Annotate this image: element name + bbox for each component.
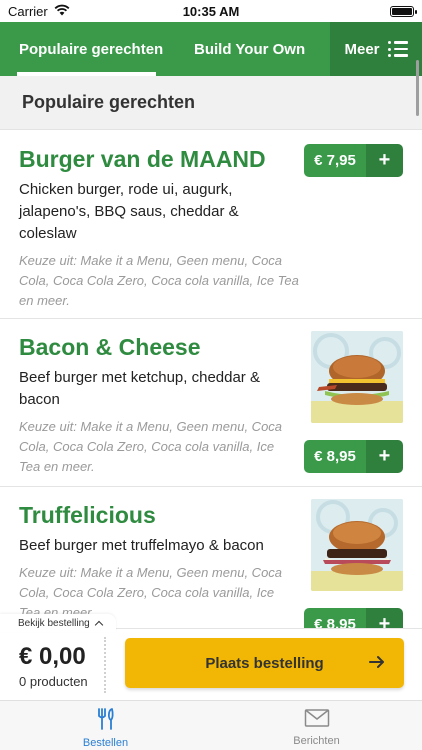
cutlery-icon [95,707,117,734]
view-order-toggle[interactable]: Bekijk bestelling [0,614,116,632]
status-right [274,5,417,17]
plus-icon: + [366,608,403,628]
product-item-burger-van-de-maand[interactable]: Burger van de MAAND Chicken burger, rode… [0,131,422,319]
product-options: Keuze uit: Make it a Menu, Geen menu, Co… [19,419,283,474]
plus-icon: + [366,144,403,177]
menu-list-icon [387,41,408,57]
chevron-up-icon [94,620,103,629]
add-to-order-button[interactable]: € 8,95 + [304,440,403,473]
top-navigation: Populaire gerechten Build Your Own Meer [0,22,422,76]
product-description: Beef burger met truffelmayo & bacon [19,537,264,554]
tab-build-your-own[interactable]: Build Your Own [174,22,330,76]
product-image-burger[interactable] [311,499,403,591]
tab-bestellen[interactable]: Bestellen [0,701,211,750]
product-item-truffelicious[interactable]: Truffelicious Beef burger met truffelmay… [0,487,422,628]
order-total: € 0,00 [19,643,86,670]
product-title: Burger van de MAAND [19,146,266,172]
place-order-label: Plaats bestelling [205,654,324,672]
tab-berichten[interactable]: Berichten [211,701,422,750]
product-options: Keuze uit: Make it a Menu, Geen menu, Co… [19,253,299,308]
product-description: Chicken burger, rode ui, augurk, jalapen… [19,181,239,242]
envelope-icon [304,707,330,732]
product-description: Beef burger met ketchup, cheddar & bacon [19,369,260,408]
status-time: 10:35 AM [182,3,240,19]
carrier-label: Carrier [8,3,48,19]
battery-icon [390,5,417,17]
plus-icon: + [366,440,403,473]
order-summary-bar: € 0,00 0 producten Plaats bestelling [0,628,422,700]
status-left: Carrier [8,4,148,19]
price-label: € 8,95 [304,440,366,473]
price-label: € 7,95 [304,144,366,177]
product-item-bacon-cheese[interactable]: Bacon & Cheese Beef burger met ketchup, … [0,319,422,487]
section-header: Populaire gerechten [0,76,422,130]
wifi-icon [54,4,70,19]
place-order-button[interactable]: Plaats bestelling [125,638,404,688]
more-menu-button[interactable]: Meer [330,22,422,76]
add-to-order-button[interactable]: € 8,95 + [304,608,403,628]
product-image-burger[interactable] [311,331,403,423]
tab-bestellen-label: Bestellen [82,737,129,749]
scrollbar[interactable] [416,60,419,116]
tab-populaire-gerechten[interactable]: Populaire gerechten [0,22,174,76]
bottom-tab-bar: Bestellen Berichten [0,700,422,750]
order-product-count: 0 producten [19,674,88,689]
arrow-right-icon [368,653,386,671]
tab-berichten-label: Berichten [293,735,340,747]
product-list: Burger van de MAAND Chicken burger, rode… [0,131,422,628]
more-label: Meer [344,40,380,58]
status-bar: Carrier 10:35 AM [0,0,422,22]
add-to-order-button[interactable]: € 7,95 + [304,144,403,177]
price-label: € 8,95 [304,608,366,628]
view-order-label: Bekijk bestelling [18,617,90,629]
divider [104,637,106,693]
